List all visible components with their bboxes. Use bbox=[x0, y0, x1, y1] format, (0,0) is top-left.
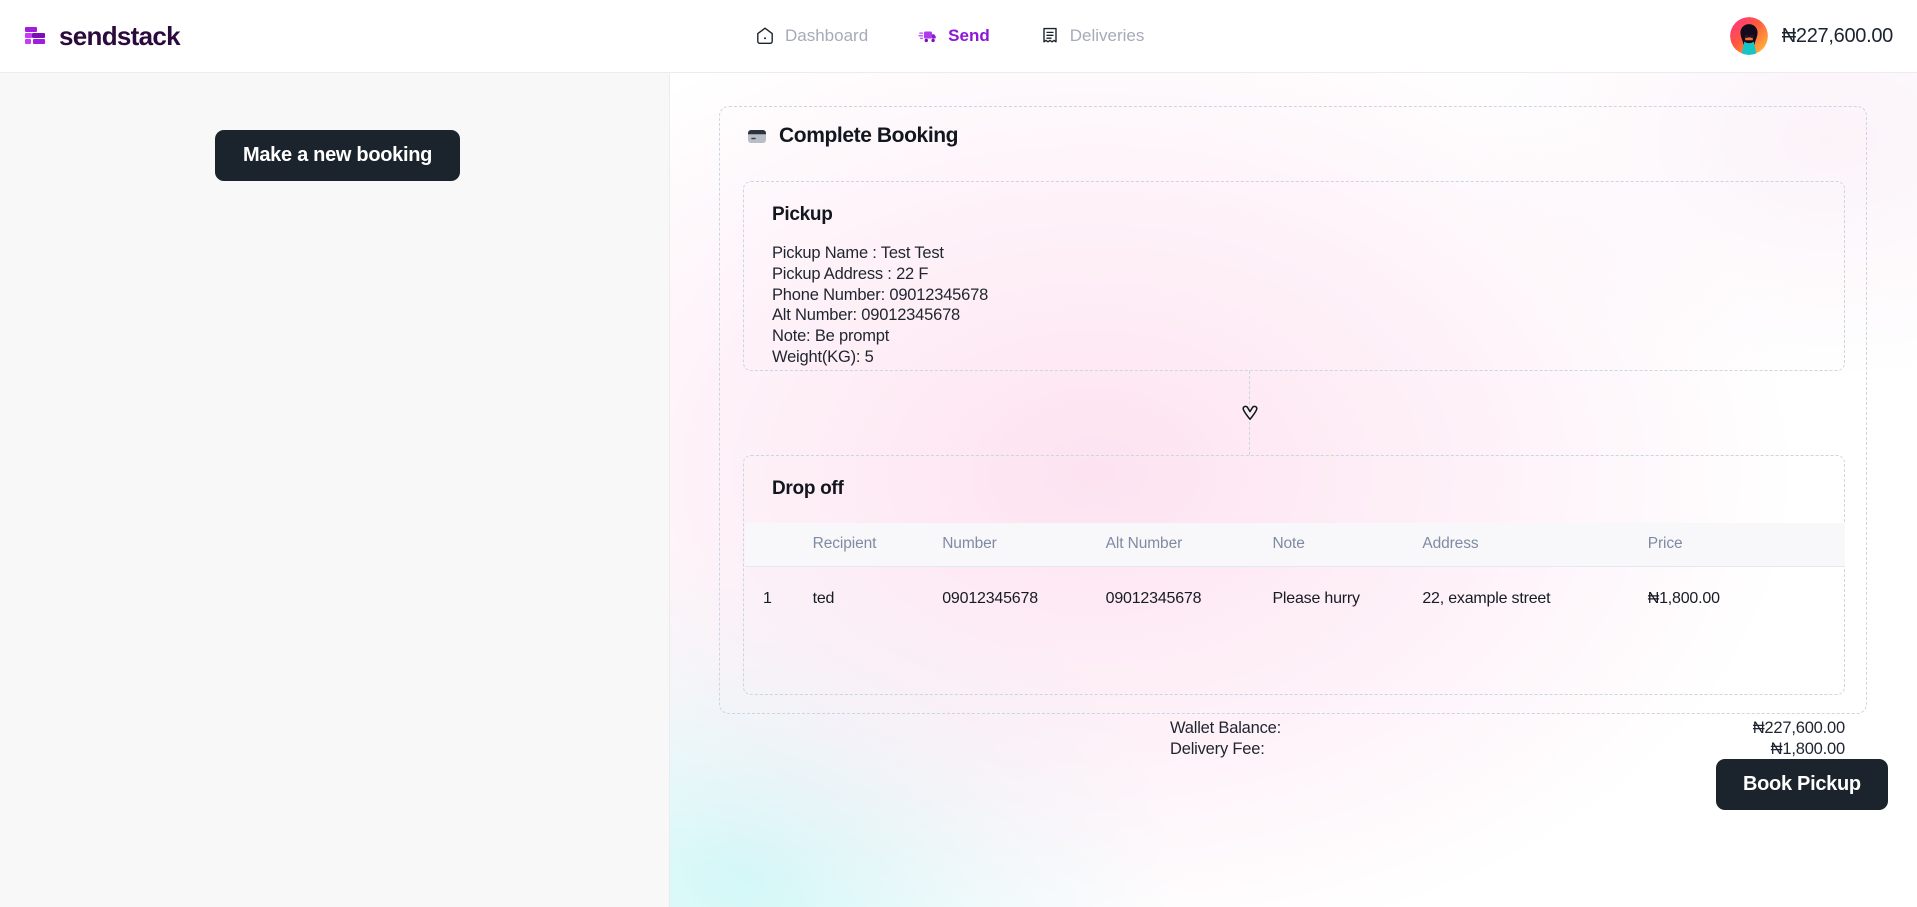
cell-alt-number: 09012345678 bbox=[1105, 590, 1202, 607]
wallet-balance-value: ₦227,600.00 bbox=[1752, 719, 1845, 737]
cell-index: 1 bbox=[763, 590, 772, 607]
delivery-fee-row: Delivery Fee: ₦1,800.00 bbox=[1170, 739, 1845, 760]
avatar[interactable] bbox=[1729, 17, 1768, 55]
chevron-down-heart-icon bbox=[1242, 405, 1258, 420]
table-header-row: Recipient Number Alt Number Note Address… bbox=[745, 523, 1845, 567]
table-row[interactable]: 1 ted 09012345678 09012345678 Please hur… bbox=[745, 567, 1845, 632]
nav-item-dashboard[interactable]: Dashboard bbox=[755, 26, 868, 46]
wallet-balance-row: Wallet Balance: ₦227,600.00 bbox=[1170, 718, 1845, 739]
pickup-dropoff-connector bbox=[1242, 371, 1258, 455]
complete-booking-card: Complete Booking Pickup Pickup Name : Te… bbox=[719, 106, 1867, 758]
col-header-note: Note bbox=[1272, 523, 1423, 567]
pickup-phone-line: Phone Number: 09012345678 bbox=[772, 285, 989, 304]
pickup-alt-line: Alt Number: 09012345678 bbox=[772, 306, 961, 325]
pickup-note-line: Note: Be prompt bbox=[772, 327, 890, 346]
pickup-weight-line: Weight(KG): 5 bbox=[772, 347, 874, 366]
cell-address: 22, example street bbox=[1422, 590, 1551, 607]
nav-label-deliveries: Deliveries bbox=[1069, 26, 1145, 45]
brand-logo[interactable]: sendstack bbox=[24, 20, 181, 52]
complete-booking-header: Complete Booking bbox=[746, 124, 959, 148]
truck-icon bbox=[918, 31, 936, 43]
totals-summary: Wallet Balance: ₦227,600.00 Delivery Fee… bbox=[1170, 718, 1845, 759]
dropoff-heading: Drop off bbox=[772, 478, 844, 499]
brand-name: sendstack bbox=[59, 20, 181, 51]
main-nav: Dashboard Send Deliveries bbox=[755, 26, 1144, 46]
pickup-name-line: Pickup Name : Test Test bbox=[772, 244, 944, 262]
col-header-price: Price bbox=[1647, 523, 1845, 567]
wallet-area: ₦227,600.00 bbox=[1729, 17, 1894, 55]
receipt-icon bbox=[1043, 27, 1057, 43]
nav-label-dashboard: Dashboard bbox=[785, 26, 869, 45]
left-panel: Make a new booking bbox=[0, 73, 670, 907]
pickup-heading: Pickup bbox=[772, 204, 833, 225]
col-header-alt-number: Alt Number bbox=[1105, 523, 1273, 567]
wallet-balance-label: Wallet Balance: bbox=[1170, 719, 1282, 737]
make-new-booking-button[interactable]: Make a new booking bbox=[215, 130, 461, 181]
cell-note: Please hurry bbox=[1272, 590, 1360, 607]
user-avatar-icon bbox=[1729, 17, 1768, 55]
book-pickup-button[interactable]: Book Pickup bbox=[1716, 759, 1888, 810]
sendstack-logo-icon bbox=[25, 27, 45, 44]
top-navigation-bar: sendstack Dashboard Send Deliveries ₦227… bbox=[0, 0, 1917, 73]
complete-booking-title: Complete Booking bbox=[779, 124, 959, 147]
cell-price: ₦1,800.00 bbox=[1647, 590, 1720, 607]
delivery-fee-label: Delivery Fee: bbox=[1170, 739, 1265, 758]
nav-item-send[interactable]: Send bbox=[918, 26, 990, 46]
col-header-number: Number bbox=[942, 523, 1106, 567]
pickup-details: Pickup Name : Test Test Pickup Address :… bbox=[772, 243, 988, 368]
home-icon bbox=[757, 27, 773, 44]
card-icon bbox=[748, 130, 766, 143]
nav-label-send: Send bbox=[948, 26, 990, 45]
col-header-recipient: Recipient bbox=[812, 523, 943, 567]
delivery-fee-value: ₦1,800.00 bbox=[1770, 739, 1846, 758]
nav-item-deliveries[interactable]: Deliveries bbox=[1040, 26, 1145, 46]
pickup-address-line: Pickup Address : 22 F bbox=[772, 264, 929, 283]
cell-number: 09012345678 bbox=[942, 590, 1038, 607]
dropoff-table-head: Recipient Number Alt Number Note Address… bbox=[745, 523, 1845, 567]
pickup-section: Pickup Pickup Name : Test Test Pickup Ad… bbox=[743, 181, 1845, 371]
wallet-balance-amount: ₦227,600.00 bbox=[1781, 24, 1894, 47]
dropoff-table: Recipient Number Alt Number Note Address… bbox=[745, 523, 1845, 631]
main-panel: Complete Booking Pickup Pickup Name : Te… bbox=[670, 73, 1917, 907]
col-header-address: Address bbox=[1422, 523, 1648, 567]
dropoff-section: Drop off Recipient Number Alt Number Not… bbox=[743, 455, 1845, 695]
cell-recipient: ted bbox=[812, 590, 835, 607]
col-header-index bbox=[745, 523, 813, 567]
dropoff-table-body: 1 ted 09012345678 09012345678 Please hur… bbox=[745, 567, 1845, 632]
